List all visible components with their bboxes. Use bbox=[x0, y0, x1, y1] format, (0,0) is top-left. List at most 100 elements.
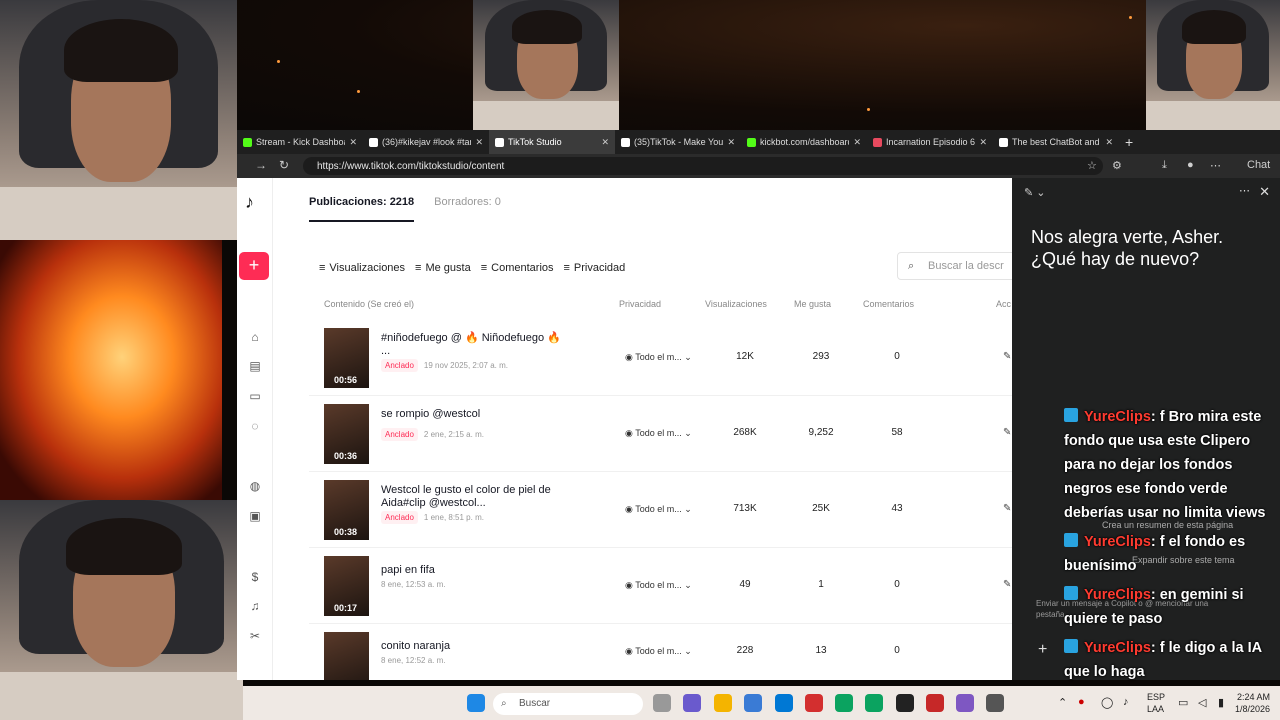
app-icon[interactable] bbox=[926, 694, 944, 712]
url-field[interactable]: https://www.tiktok.com/tiktokstudio/cont… bbox=[303, 157, 1103, 175]
video-thumbnail[interactable] bbox=[324, 632, 369, 680]
copilot-chat-button[interactable]: Chat bbox=[1247, 159, 1270, 171]
comments-icon[interactable]: ◌ bbox=[247, 419, 263, 433]
table-row[interactable]: 00:56 #niñodefuego @ 🔥 Niñodefuego 🔥 ...… bbox=[309, 320, 1012, 396]
tray-app-icon[interactable]: ● bbox=[1078, 696, 1085, 708]
close-icon[interactable]: ✕ bbox=[349, 137, 357, 148]
close-icon[interactable]: ✕ bbox=[727, 137, 735, 148]
tray-app-icon[interactable]: ◯ bbox=[1101, 696, 1113, 709]
search-input[interactable]: ⌕ Buscar la descr bbox=[897, 252, 1012, 280]
privacy-dropdown[interactable]: ◉ Todo el m... ⌄ bbox=[625, 580, 692, 591]
tools-icon[interactable]: ✂ bbox=[247, 629, 263, 643]
table-row[interactable]: conito naranja 8 ene, 12:52 a. m. ◉ Todo… bbox=[309, 624, 1012, 680]
home-icon[interactable]: ⌂ bbox=[247, 330, 263, 344]
windows-taskbar: ⌕ Buscar ⌃ ● ◯ ♪ ESP LAA ▭ ◁ ▮ 2:24 AM 1/8/… bbox=[243, 686, 1280, 720]
edge-icon[interactable] bbox=[835, 694, 853, 712]
table-row[interactable]: 00:38 Westcol le gusto el color de piel … bbox=[309, 472, 1012, 548]
column-views[interactable]: Visualizaciones bbox=[705, 299, 767, 309]
edit-icon[interactable]: ✎ bbox=[1003, 351, 1011, 362]
post-title[interactable]: papi en fifa bbox=[381, 564, 561, 577]
capcut-icon[interactable] bbox=[896, 694, 914, 712]
chevron-up-icon[interactable]: ⌃ bbox=[1058, 696, 1067, 709]
privacy-dropdown[interactable]: ◉ Todo el m... ⌄ bbox=[625, 352, 692, 363]
filter-comments-button[interactable]: ≡ Comentarios bbox=[481, 260, 554, 276]
edit-icon[interactable]: ✎ bbox=[1003, 427, 1011, 438]
edit-icon[interactable]: ✎ bbox=[1003, 503, 1011, 514]
download-icon[interactable]: ⤓ bbox=[1162, 159, 1167, 172]
analytics-icon[interactable]: ▭ bbox=[247, 389, 263, 403]
filter-views-button[interactable]: ≡ Visualizaciones bbox=[319, 260, 405, 276]
filter-privacy-button[interactable]: ≡ Privacidad bbox=[564, 260, 626, 276]
video-thumbnail[interactable]: 00:38 bbox=[324, 480, 369, 540]
reload-icon[interactable]: ↻ bbox=[279, 158, 289, 172]
outlook-icon[interactable] bbox=[775, 694, 793, 712]
add-attachment-button[interactable]: + bbox=[1038, 641, 1047, 659]
browser-tab-active[interactable]: TikTok Studio ✕ bbox=[489, 130, 615, 154]
close-icon[interactable]: ✕ bbox=[979, 137, 987, 148]
battery-icon[interactable]: ▮ bbox=[1218, 696, 1224, 709]
extensions-icon[interactable]: ⚙ bbox=[1112, 159, 1122, 172]
tab-posts[interactable]: Publicaciones: 2218 bbox=[309, 196, 415, 222]
profile-avatar[interactable]: ● bbox=[1187, 159, 1194, 171]
column-content[interactable]: Contenido (Se creó el) bbox=[324, 299, 414, 309]
browser-tab[interactable]: The best ChatBot and V ✕ bbox=[993, 130, 1119, 154]
more-menu-icon[interactable]: ⋯ bbox=[1239, 184, 1250, 197]
browser-tab[interactable]: (36)#kikejav #look #tam ✕ bbox=[363, 130, 489, 154]
views-count: 49 bbox=[739, 579, 751, 590]
close-icon[interactable]: ✕ bbox=[475, 137, 483, 148]
taskbar-search-input[interactable]: ⌕ Buscar bbox=[493, 693, 643, 715]
video-thumbnail[interactable]: 00:17 bbox=[324, 556, 369, 616]
file-explorer-icon[interactable] bbox=[714, 694, 732, 712]
volume-icon[interactable]: ◁ bbox=[1198, 696, 1206, 709]
close-icon[interactable]: ✕ bbox=[1105, 137, 1113, 148]
inspiration-icon[interactable]: ◍ bbox=[247, 479, 263, 493]
column-likes[interactable]: Me gusta bbox=[794, 299, 831, 309]
upload-button[interactable]: + bbox=[239, 252, 269, 280]
video-thumbnail[interactable]: 00:56 bbox=[324, 328, 369, 388]
new-tab-button[interactable]: + bbox=[1125, 134, 1133, 150]
taskbar-clock[interactable]: 2:24 AM 1/8/2026 bbox=[1235, 691, 1270, 715]
network-icon[interactable]: ▭ bbox=[1178, 696, 1188, 709]
browser-tab[interactable]: (35)TikTok - Make Your ✕ bbox=[615, 130, 741, 154]
edge-icon[interactable] bbox=[865, 694, 883, 712]
close-icon[interactable]: ✕ bbox=[1259, 184, 1270, 200]
post-title[interactable]: #niñodefuego @ 🔥 Niñodefuego 🔥 ... bbox=[381, 332, 561, 358]
likes-count: 293 bbox=[812, 351, 830, 362]
post-title[interactable]: Westcol le gusto el color de piel de Aid… bbox=[381, 484, 561, 510]
tab-drafts[interactable]: Borradores: 0 bbox=[434, 196, 501, 222]
forward-icon[interactable]: → bbox=[255, 158, 267, 172]
edit-icon[interactable]: ✎ bbox=[1003, 579, 1011, 590]
more-menu-icon[interactable]: ⋯ bbox=[1210, 159, 1221, 172]
post-title[interactable]: se rompio @westcol bbox=[381, 408, 561, 421]
close-icon[interactable]: ✕ bbox=[853, 137, 861, 148]
copilot-app-icon[interactable] bbox=[683, 694, 701, 712]
browser-tab[interactable]: Stream - Kick Dashboard✕ bbox=[237, 130, 363, 154]
task-view-icon[interactable] bbox=[653, 694, 671, 712]
privacy-dropdown[interactable]: ◉ Todo el m... ⌄ bbox=[625, 504, 692, 515]
monetization-icon[interactable]: $ bbox=[247, 570, 263, 584]
close-icon[interactable]: ✕ bbox=[601, 137, 609, 148]
academy-icon[interactable]: ▣ bbox=[247, 509, 263, 523]
microphone-icon[interactable]: ♪ bbox=[1123, 696, 1129, 708]
posts-icon[interactable]: ▤ bbox=[247, 359, 263, 373]
column-comments[interactable]: Comentarios bbox=[863, 299, 914, 309]
new-chat-icon[interactable]: ✎ ⌄ bbox=[1024, 186, 1046, 199]
discord-icon[interactable] bbox=[956, 694, 974, 712]
privacy-dropdown[interactable]: ◉ Todo el m... ⌄ bbox=[625, 428, 692, 439]
store-icon[interactable] bbox=[744, 694, 762, 712]
windows-start-icon[interactable] bbox=[467, 694, 485, 712]
filter-likes-button[interactable]: ≡ Me gusta bbox=[415, 260, 471, 276]
browser-tab[interactable]: kickbot.com/dashboard ✕ bbox=[741, 130, 867, 154]
video-thumbnail[interactable]: 00:36 bbox=[324, 404, 369, 464]
app-icon[interactable] bbox=[986, 694, 1004, 712]
bookmark-star-icon[interactable]: ☆ bbox=[1087, 159, 1097, 172]
table-row[interactable]: 00:17 papi en fifa 8 ene, 12:53 a. m. ◉ … bbox=[309, 548, 1012, 624]
opera-icon[interactable] bbox=[805, 694, 823, 712]
table-row[interactable]: 00:36 se rompio @westcol Anclado 2 ene, 2… bbox=[309, 396, 1012, 472]
sounds-icon[interactable]: ♫ bbox=[247, 599, 263, 613]
language-indicator[interactable]: ESP LAA bbox=[1147, 691, 1165, 715]
post-title[interactable]: conito naranja bbox=[381, 640, 561, 653]
browser-tab[interactable]: Incarnation Episodio 6 ✕ bbox=[867, 130, 993, 154]
privacy-dropdown[interactable]: ◉ Todo el m... ⌄ bbox=[625, 646, 692, 657]
tiktok-logo-icon[interactable]: ♪ bbox=[245, 192, 254, 213]
